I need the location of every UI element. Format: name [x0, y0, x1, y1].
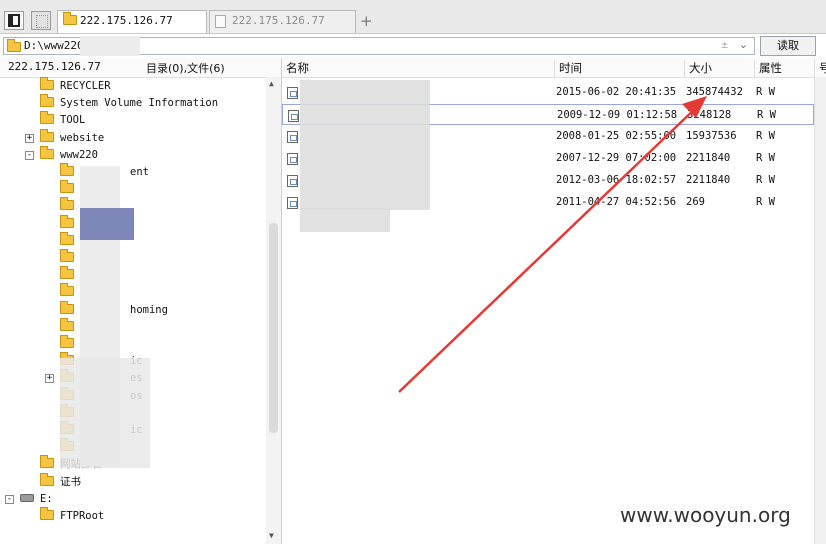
folder-icon	[40, 507, 54, 520]
tab-label: 222.175.126.77	[80, 14, 173, 27]
folder-icon	[40, 455, 54, 469]
history-symbol[interactable]: ±	[721, 38, 728, 51]
expand-icon[interactable]: +	[25, 133, 34, 143]
tree-item[interactable]	[60, 283, 80, 301]
redacted-region	[80, 36, 140, 56]
tree-item[interactable]: System Volume Information	[40, 94, 219, 112]
selected-folder-highlight	[80, 208, 134, 240]
folder-icon	[7, 39, 21, 52]
chevron-down-icon[interactable]: ⌄	[739, 38, 748, 51]
path-value: D:\www220	[24, 39, 84, 52]
folder-icon	[60, 197, 74, 211]
collapse-icon[interactable]: -	[25, 150, 34, 160]
tab-inactive[interactable]: 222.175.126.77	[209, 10, 356, 33]
tree-item-label: homing	[130, 303, 168, 316]
folder-icon	[60, 317, 74, 331]
panel-toggle-button[interactable]	[4, 11, 24, 30]
tab-bar: 222.175.126.77 222.175.126.77 +	[0, 0, 826, 34]
address-bar: D:\www220 ± ⌄ 读取	[0, 34, 826, 59]
tree-item-label: RECYCLER	[60, 80, 111, 92]
folder-icon	[40, 77, 54, 90]
folder-icon	[40, 94, 54, 108]
folder-icon	[40, 145, 54, 159]
read-button[interactable]: 读取	[760, 36, 816, 56]
tree-item[interactable]: + website	[25, 128, 105, 147]
folder-icon	[60, 163, 74, 176]
folder-icon	[40, 128, 54, 142]
annotation-arrow	[398, 96, 707, 393]
tab-label: 222.175.126.77	[232, 14, 325, 27]
folder-icon	[60, 283, 74, 297]
drive-icon	[20, 493, 34, 502]
tree-item[interactable]	[60, 249, 80, 267]
summary-label: 目录(0),文件(6)	[146, 62, 225, 75]
folder-icon	[60, 231, 74, 245]
redacted-region	[60, 358, 150, 468]
folder-icon	[40, 472, 54, 486]
tree-header: 222.175.126.77 目录(0),文件(6)	[0, 58, 281, 78]
folder-icon	[60, 266, 74, 280]
arrow-shaft	[398, 103, 701, 393]
arrow-head	[682, 96, 707, 118]
tree-item-label: TOOL	[60, 114, 86, 127]
tree-item-label: FTPRoot	[60, 510, 105, 522]
tree-item[interactable]: 证书	[40, 472, 81, 491]
tree-item[interactable]	[60, 231, 80, 250]
folder-icon	[60, 249, 74, 262]
tree-item-label: E:	[40, 492, 53, 505]
tree-item[interactable]: FTPRoot	[40, 507, 105, 525]
page-icon	[36, 15, 48, 28]
scroll-thumb[interactable]	[269, 223, 278, 433]
tree-scrollbar[interactable]: ▲ ▼	[266, 77, 281, 544]
directory-tree-pane: 222.175.126.77 目录(0),文件(6) RECYCLER Syste…	[0, 58, 282, 544]
scroll-down-arrow[interactable]: ▼	[269, 531, 274, 540]
tree-item-label: website	[60, 131, 105, 144]
tree-item[interactable]	[60, 266, 80, 284]
tree-item[interactable]	[60, 197, 80, 215]
tree-item-label: ent	[130, 166, 149, 178]
folder-icon	[40, 111, 54, 125]
tree-item-label: www220	[60, 148, 98, 161]
panel-icon	[8, 14, 20, 27]
tree-item[interactable]: TOOL	[40, 111, 86, 129]
tree-item[interactable]	[60, 317, 80, 336]
collapse-icon[interactable]: -	[5, 494, 14, 504]
watermark: www.wooyun.org	[620, 503, 791, 527]
scroll-up-arrow[interactable]: ▲	[269, 79, 274, 88]
tab-active[interactable]: 222.175.126.77	[57, 10, 207, 33]
file-list-pane: 名称 时间 大小 属性 号 2015-06-02 20:41:35 3458744…	[282, 58, 826, 544]
tree-item[interactable]: - E:	[5, 491, 53, 508]
tree-item[interactable]	[60, 214, 80, 233]
host-label: 222.175.126.77	[8, 60, 101, 73]
home-tab-button[interactable]	[31, 11, 51, 30]
folder-icon	[63, 12, 77, 25]
new-tab-button[interactable]: +	[360, 12, 373, 30]
folder-icon	[60, 335, 74, 348]
tree-item[interactable]	[60, 335, 80, 353]
document-icon	[215, 15, 226, 28]
folder-icon	[60, 214, 74, 228]
tree-item[interactable]: RECYCLER	[40, 77, 111, 95]
tree-item-label: System Volume Information	[60, 97, 219, 110]
tree-item-label: 证书	[60, 475, 81, 488]
expand-icon[interactable]: +	[45, 374, 54, 384]
tree-item[interactable]	[60, 180, 80, 198]
folder-icon	[60, 300, 74, 314]
tree-item[interactable]: - www220	[25, 145, 98, 164]
folder-icon	[60, 180, 74, 194]
